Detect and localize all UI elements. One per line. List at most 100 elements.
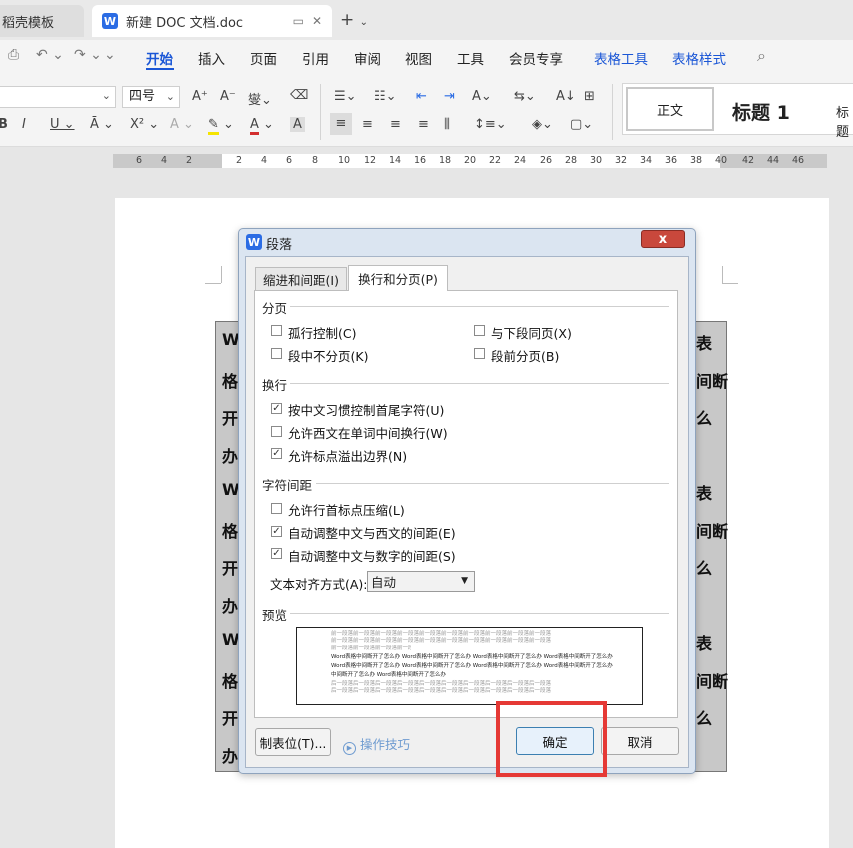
ruler-number: 18 — [439, 155, 452, 166]
search-icon[interactable]: ⌕ — [757, 46, 766, 66]
decrease-indent-icon[interactable]: ⇤ — [416, 89, 427, 104]
menu-review[interactable]: 审阅 — [354, 48, 381, 68]
text-align-select[interactable]: 自动 ▼ — [367, 571, 475, 592]
keep-lines-together-checkbox[interactable] — [271, 348, 282, 359]
page-text: 间断 — [696, 521, 729, 541]
tab-document[interactable]: W 新建 DOC 文档.doc ▭ ✕ — [92, 5, 332, 37]
menu-view[interactable]: 视图 — [405, 48, 432, 68]
menu-references[interactable]: 引用 — [302, 48, 329, 68]
tab-template[interactable]: 稻壳模板 — [0, 5, 84, 37]
widow-control-checkbox[interactable] — [271, 325, 282, 336]
menu-member[interactable]: 会员专享 — [509, 48, 563, 68]
tips-link[interactable]: ▶ 操作技巧 — [343, 734, 410, 755]
sort-az-icon[interactable]: A↓ — [556, 89, 576, 104]
bold-icon[interactable]: B — [0, 117, 8, 132]
strikethrough-icon[interactable]: Ā ⌄ — [90, 117, 114, 132]
punct-overflow-label: 允许标点溢出边界(N) — [288, 449, 408, 464]
numbered-list-icon[interactable]: ☷⌄ — [374, 89, 397, 104]
tab-line-page-breaks[interactable]: 换行和分页(P) — [348, 265, 448, 291]
ruler-number: 32 — [615, 155, 628, 166]
tabs-button[interactable]: 制表位(T)... — [255, 728, 331, 756]
font-name-select[interactable]: ⌄ — [0, 86, 116, 108]
text-direction-icon[interactable]: A⌄ — [472, 89, 492, 104]
close-icon[interactable]: x — [641, 230, 685, 248]
page-text: 开 — [222, 709, 239, 728]
menu-table-tools[interactable]: 表格工具 — [594, 48, 648, 68]
compress-punct-label: 允许行首标点压缩(L) — [288, 503, 405, 518]
crop-mark — [221, 266, 222, 283]
page-text: W — [222, 330, 240, 349]
decrease-font-icon[interactable]: A⁻ — [220, 89, 236, 104]
phonetic-icon[interactable]: 燮⌄ — [248, 89, 272, 108]
page-text: 表 — [696, 484, 713, 503]
increase-font-icon[interactable]: A⁺ — [192, 89, 208, 104]
style-heading[interactable]: 标题 — [836, 102, 853, 140]
cancel-button[interactable]: 取消 — [601, 727, 679, 755]
group-divider — [290, 306, 669, 307]
underline-icon[interactable]: U ⌄ — [50, 117, 75, 132]
align-right-icon[interactable]: ≡ — [390, 117, 401, 132]
compress-punct-checkbox[interactable] — [271, 503, 282, 514]
italic-icon[interactable]: I — [22, 117, 26, 132]
font-size-value: 四号 — [129, 89, 156, 104]
show-marks-icon[interactable]: ⊞ — [584, 89, 595, 104]
text-effect-icon[interactable]: A ⌄ — [170, 117, 194, 132]
auto-space-cn-num-checkbox[interactable]: ✓ — [271, 548, 282, 559]
print-preview-icon[interactable]: ⎙ — [8, 47, 19, 63]
font-color-icon[interactable]: A ⌄ — [250, 117, 274, 135]
punct-overflow-checkbox[interactable]: ✓ — [271, 448, 282, 459]
borders-icon[interactable]: ▢⌄ — [570, 117, 593, 132]
char-shading-icon[interactable]: A — [290, 117, 305, 132]
close-tab-icon[interactable]: ✕ — [312, 14, 322, 28]
keep-lines-together-label: 段中不分页(K) — [288, 349, 369, 364]
page-text: 格 — [222, 521, 239, 541]
auto-space-cn-en-checkbox[interactable]: ✓ — [271, 526, 282, 537]
clear-format-icon[interactable]: ⌫ — [290, 88, 308, 103]
crop-mark — [205, 283, 221, 284]
more-icon[interactable]: ⌄ — [104, 47, 116, 63]
page-text: 开 — [222, 559, 239, 578]
bullet-list-icon[interactable]: ☰⌄ — [334, 89, 357, 104]
page-break-before-checkbox[interactable] — [474, 348, 485, 359]
style-normal[interactable]: 正文 — [626, 87, 714, 131]
dialog-title: 段落 — [266, 238, 293, 253]
page-text: W — [222, 630, 240, 649]
preview-prev-line: 前一段落前一段落前一段落前一段落前一段落前一段落前一段落前一段落前一段落前一段落 — [331, 638, 552, 644]
line-spacing-icon[interactable]: ↕≡⌄ — [474, 117, 507, 132]
sort-icon[interactable]: ⇆⌄ — [514, 89, 536, 104]
increase-indent-icon[interactable]: ⇥ — [444, 89, 455, 104]
shading-icon[interactable]: ◈⌄ — [532, 117, 553, 132]
superscript-icon[interactable]: X² ⌄ — [130, 117, 159, 132]
preview-next-line: 后一段落后一段落后一段落后一段落后一段落后一段落后一段落后一段落后一段落后一段落 — [331, 688, 552, 694]
undo-icon[interactable]: ↶ ⌄ — [36, 47, 64, 63]
align-center-icon[interactable]: ≡ — [362, 117, 373, 132]
ruler-number: 36 — [665, 155, 678, 166]
distribute-icon[interactable]: ⫼ — [444, 117, 450, 132]
page-text: 间断 — [696, 671, 729, 691]
tab-template-label: 稻壳模板 — [2, 15, 55, 31]
menu-tools[interactable]: 工具 — [457, 48, 484, 68]
justify-icon[interactable]: ≡ — [418, 117, 429, 132]
menu-table-style[interactable]: 表格样式 — [672, 48, 726, 68]
tab-indent-spacing[interactable]: 缩进和间距(I) — [255, 267, 347, 291]
new-tab-icon[interactable]: + ⌄ — [340, 10, 368, 30]
style-heading1[interactable]: 标题 1 — [732, 98, 790, 125]
menu-page[interactable]: 页面 — [250, 48, 277, 68]
font-size-select[interactable]: 四号 ⌄ — [122, 86, 180, 108]
tips-label: 操作技巧 — [359, 737, 410, 752]
menu-insert[interactable]: 插入 — [198, 48, 225, 68]
keep-with-next-checkbox[interactable] — [474, 325, 485, 336]
cn-rules-checkbox[interactable]: ✓ — [271, 403, 282, 414]
highlight-icon[interactable]: ✎ ⌄ — [208, 117, 234, 135]
page-text: 格 — [222, 671, 239, 691]
group-pagination-label: 分页 — [262, 301, 288, 316]
ruler-number: 6 — [286, 155, 293, 166]
page-text: 表 — [696, 634, 713, 653]
word-wrap-checkbox[interactable] — [271, 426, 282, 437]
ruler-number: 4 — [261, 155, 268, 166]
divider — [612, 84, 613, 140]
menu-home[interactable]: 开始 — [146, 48, 173, 68]
restore-icon[interactable]: ▭ — [293, 14, 304, 28]
align-left-icon[interactable]: ≡ — [330, 113, 352, 135]
redo-icon[interactable]: ↷ ⌄ — [74, 47, 102, 63]
